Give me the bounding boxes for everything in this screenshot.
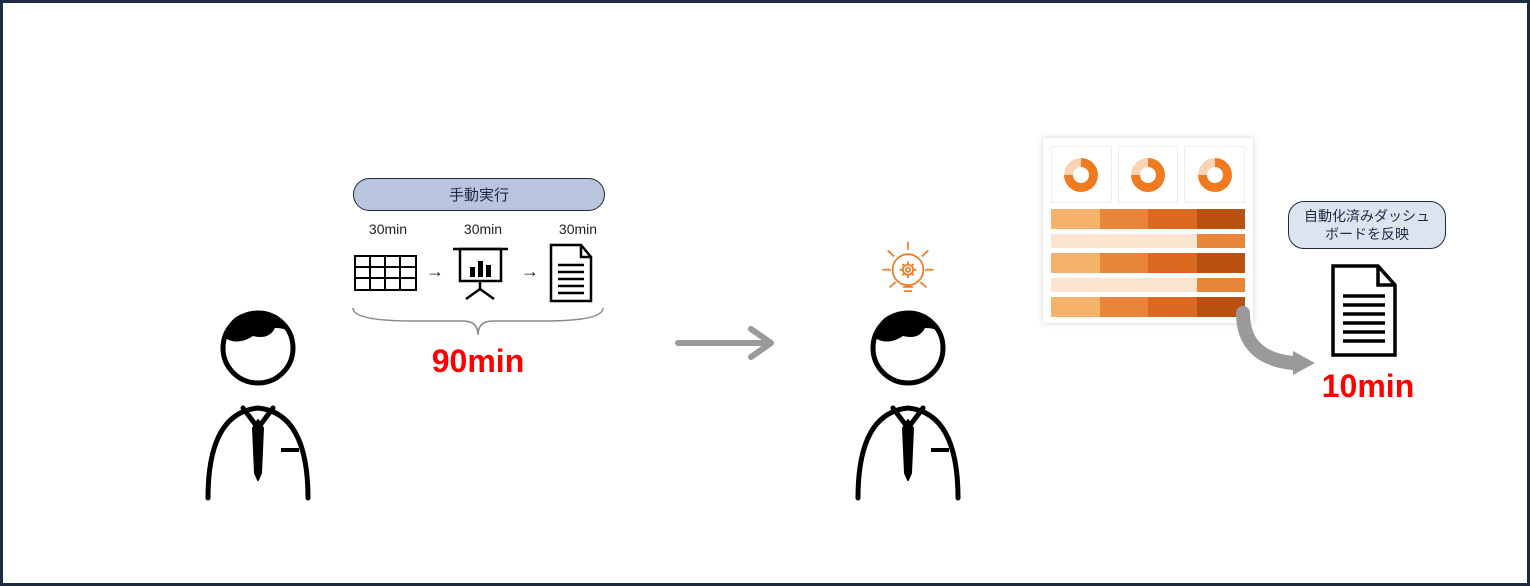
total-time-right: 10min <box>1303 368 1433 405</box>
arrow-icon-2: → <box>521 261 539 282</box>
step-time-1: 30min <box>358 221 418 237</box>
big-arrow-icon <box>673 323 783 368</box>
auto-badge-line2: ボードを反映 <box>1325 226 1409 242</box>
total-time-left: 90min <box>403 343 553 380</box>
brace-icon <box>348 303 608 348</box>
document-icon <box>543 241 598 311</box>
lightbulb-gear-icon <box>878 233 938 308</box>
presentation-chart-icon <box>448 241 513 311</box>
document-right-icon <box>1323 261 1403 366</box>
auto-badge-line1: 自動化済みダッシュ <box>1304 208 1430 224</box>
auto-badge: 自動化済みダッシュ ボードを反映 <box>1288 201 1446 249</box>
manual-badge-label: 手動実行 <box>449 187 509 204</box>
person-right-icon <box>833 298 983 513</box>
spreadsheet-icon <box>353 248 418 303</box>
person-left-icon <box>183 298 333 513</box>
step-time-2: 30min <box>453 221 513 237</box>
step-time-3: 30min <box>548 221 608 237</box>
arrow-icon-1: → <box>426 261 444 282</box>
manual-badge: 手動実行 <box>353 178 605 211</box>
dashboard-thumbnail <box>1043 138 1253 323</box>
